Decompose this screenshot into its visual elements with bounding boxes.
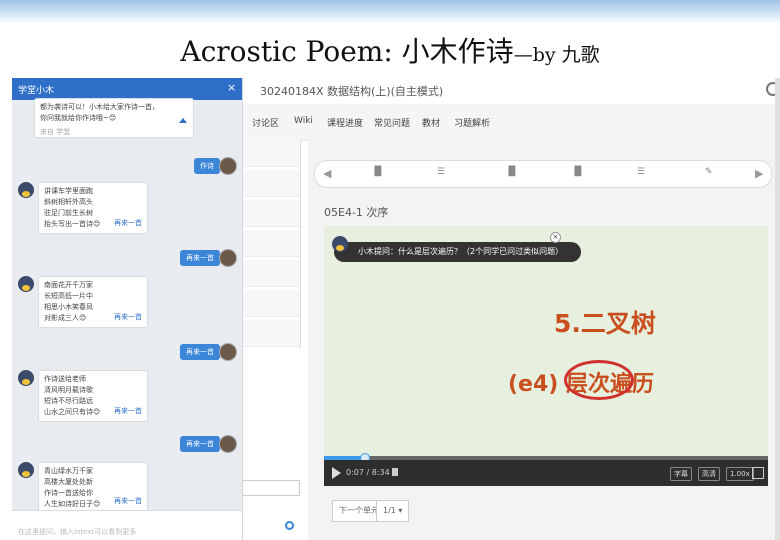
course-nav: 讨论区 Wiki 课程进度 常见问题 教材 习题解析 — [242, 104, 780, 141]
poem-message: 讲课车学里面跑 斜树相轩外高头 驻足门前生长树 抬头写出一首诗😊 再来一首 — [38, 182, 148, 234]
chapter-list — [242, 140, 300, 348]
video-player[interactable]: 小木提问：什么是层次遍历？（2个同学已问过类似问题） × 5.二叉树 (e4) … — [324, 226, 768, 540]
video-unit-icon[interactable]: ▐▌ — [371, 167, 385, 177]
user-message: 再来一首 — [180, 250, 220, 266]
video-frame[interactable]: 小木提问：什么是层次遍历？（2个同学已问过类似问题） × 5.二叉树 (e4) … — [324, 226, 768, 456]
poem-line: 山水之间只有诗😊 — [44, 408, 101, 416]
again-link[interactable]: 再来一首 — [114, 496, 142, 507]
again-link[interactable]: 再来一首 — [114, 406, 142, 417]
tab-textbook[interactable]: 教材 — [422, 116, 440, 129]
poem-line: 斜树相轩外高头 — [44, 198, 93, 206]
scrollbar[interactable] — [775, 78, 780, 540]
chat-header: 学堂小木 × — [12, 78, 242, 100]
tab-progress[interactable]: 课程进度 — [327, 116, 363, 129]
bot-avatar — [18, 276, 34, 292]
fullscreen-icon[interactable] — [752, 467, 764, 479]
divider — [300, 140, 301, 348]
tab-faq[interactable]: 常见问题 — [374, 116, 410, 129]
list-unit-icon[interactable]: ☰ — [637, 167, 645, 177]
chat-title: 学堂小木 — [18, 86, 55, 96]
course-header: 30240184X 数据结构(上)(自主模式) — [242, 78, 780, 104]
question-text: 小木提问：什么是层次遍历？（2个同学已问过类似问题） — [358, 247, 564, 256]
page-input[interactable] — [242, 480, 300, 496]
prev-arrow-icon[interactable]: ◀ — [323, 167, 331, 180]
slide-top-band — [0, 0, 780, 24]
volume-icon[interactable] — [392, 468, 398, 476]
unit-footer: 下一个单元 1/1 ▾ — [324, 486, 768, 540]
poem-line: 青山绿水万千家 — [44, 467, 93, 475]
slide-byline: —by 九歌 — [513, 44, 600, 66]
bot-avatar — [332, 236, 348, 252]
user-message: 再来一首 — [180, 436, 220, 452]
poem-message: 青山绿水万千家 高楼大厦处处新 作诗一首送给你 人生如诗好日子😊 再来一首 — [38, 462, 148, 512]
alarm-icon[interactable] — [285, 521, 294, 530]
course-title: 30240184X 数据结构(上)(自主模式) — [260, 85, 444, 98]
poem-line: 高楼大厦处处新 — [44, 478, 93, 486]
tab-wiki[interactable]: Wiki — [294, 116, 313, 126]
poem-line: 讲课车学里面跑 — [44, 187, 93, 195]
close-icon[interactable]: × — [550, 232, 561, 243]
user-avatar — [219, 343, 237, 361]
video-unit-icon[interactable]: ▐▌ — [505, 167, 519, 177]
user-avatar — [219, 249, 237, 267]
player-controls: 0:07 / 8:34 字幕 高清 1.00x — [324, 460, 768, 486]
chapter-item[interactable] — [242, 200, 300, 227]
tab-discussion[interactable]: 讨论区 — [252, 116, 279, 129]
content-area: ◀ ▐▌ ☰ ▐▌ ▐▌ ☰ ✎ ▶ 05E4-1 次序 小木提问：什么是层次遍… — [308, 140, 780, 540]
bot-avatar — [18, 182, 34, 198]
user-message: 再来一首 — [180, 344, 220, 360]
message-footer: 来自 学堂 — [40, 128, 71, 136]
subtitle-button[interactable]: 字幕 — [670, 467, 692, 481]
chapter-item[interactable] — [242, 320, 300, 347]
annotation-circle — [564, 360, 634, 400]
page-select[interactable]: 1/1 ▾ — [376, 500, 410, 522]
play-icon[interactable] — [332, 467, 341, 479]
message-line: 都为袭诗可以！小木给大家作诗一首， — [40, 103, 159, 111]
bot-avatar — [18, 462, 34, 478]
poem-line: 抬头写出一首诗😊 — [44, 220, 101, 228]
close-icon[interactable]: × — [227, 81, 236, 94]
slide-title-text: Acrostic Poem: 小木作诗 — [180, 35, 514, 68]
poem-line: 作诗送给老师 — [44, 375, 86, 383]
time-readout: 0:07 / 8:34 — [346, 468, 390, 477]
poem-message: 南面花开千万家 长短高低一片中 相思小木笑春风 对影成三人😊 再来一首 — [38, 276, 148, 328]
chapter-item[interactable] — [242, 290, 300, 317]
bot-message: 都为袭诗可以！小木给大家作诗一首， 你问我就给你作诗哦~😊 来自 学堂 — [34, 98, 194, 138]
poem-line: 南面花开千万家 — [44, 281, 93, 289]
chapter-item[interactable] — [242, 170, 300, 197]
chapter-item[interactable] — [242, 260, 300, 287]
unit-toolbar: ◀ ▐▌ ☰ ▐▌ ▐▌ ☰ ✎ ▶ — [314, 160, 772, 188]
section-label: 05E4-1 次序 — [324, 206, 389, 219]
edit-unit-icon[interactable]: ✎ — [705, 167, 713, 177]
video-unit-icon[interactable]: ▐▌ — [571, 167, 585, 177]
poem-line: 对影成三人😊 — [44, 314, 87, 322]
poem-message: 作诗送给老师 清风明月载诗歌 短诗不尽行路远 山水之间只有诗😊 再来一首 — [38, 370, 148, 422]
chat-input-hint: 在这里提问，输入intext可以看到更多 — [18, 528, 137, 536]
poem-line: 长短高低一片中 — [44, 292, 93, 300]
collapse-icon[interactable] — [179, 118, 187, 123]
user-avatar — [219, 157, 237, 175]
list-unit-icon[interactable]: ☰ — [437, 167, 445, 177]
user-avatar — [219, 435, 237, 453]
poem-line: 人生如诗好日子😊 — [44, 500, 101, 508]
chapter-item[interactable] — [242, 140, 300, 167]
bot-avatar — [18, 370, 34, 386]
lecture-heading: 5.二叉树 — [554, 309, 656, 338]
tab-solutions[interactable]: 习题解析 — [454, 116, 490, 129]
slide-title: Acrostic Poem: 小木作诗—by 九歌 — [0, 30, 780, 70]
quality-button[interactable]: 高清 — [698, 467, 720, 481]
chapter-item[interactable] — [242, 230, 300, 257]
user-message: 作诗 — [194, 158, 220, 174]
chat-input[interactable]: 在这里提问，输入intext可以看到更多 — [12, 510, 242, 540]
question-banner[interactable]: 小木提问：什么是层次遍历？（2个同学已问过类似问题） — [334, 242, 582, 262]
message-line: 你问我就给你作诗哦~😊 — [40, 114, 117, 122]
again-link[interactable]: 再来一首 — [114, 312, 142, 323]
again-link[interactable]: 再来一首 — [114, 218, 142, 229]
speed-button[interactable]: 1.00x — [726, 467, 754, 481]
screenshot: 30240184X 数据结构(上)(自主模式) 讨论区 Wiki 课程进度 常见… — [12, 78, 780, 540]
chat-panel: 学堂小木 × 都为袭诗可以！小木给大家作诗一首， 你问我就给你作诗哦~😊 来自 … — [12, 78, 243, 540]
poem-line: 清风明月载诗歌 — [44, 386, 93, 394]
next-arrow-icon[interactable]: ▶ — [755, 167, 763, 180]
